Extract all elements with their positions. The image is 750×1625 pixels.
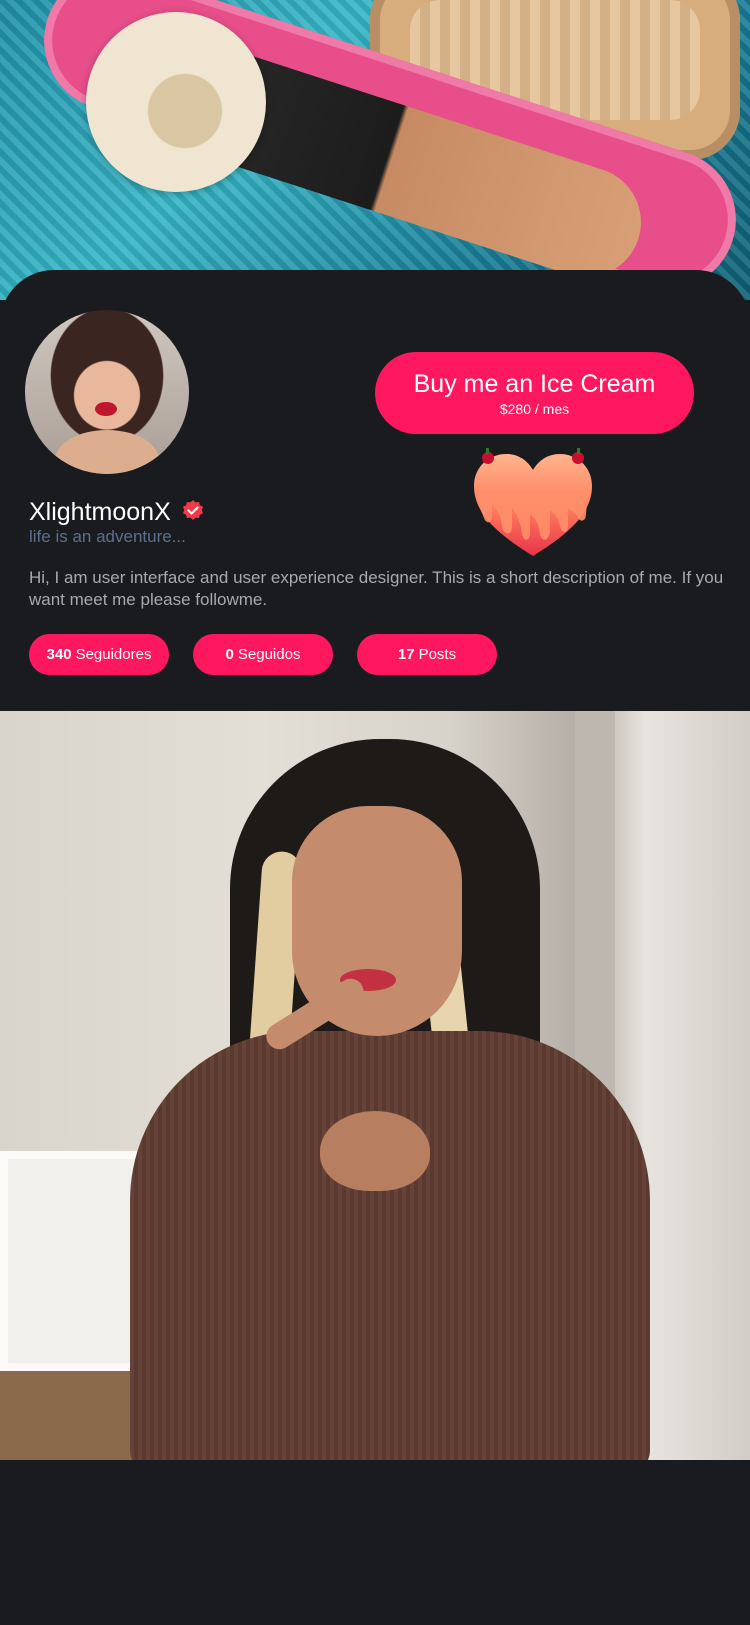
avatar[interactable] [25, 310, 189, 474]
followers-button[interactable]: 340 Seguidores [29, 634, 169, 675]
bottom-spacer [0, 1460, 750, 1625]
followers-label: Seguidores [75, 646, 152, 663]
buy-ice-cream-button[interactable]: Buy me an Ice Cream $280 / mes [375, 352, 694, 434]
cover-hat-shape [86, 12, 266, 192]
followers-count: 340 [46, 646, 72, 663]
posts-count: 17 [397, 646, 415, 663]
dripping-heart-icon [474, 448, 592, 556]
following-button[interactable]: 0 Seguidos [193, 634, 333, 675]
buy-button-price: $280 / mes [499, 401, 570, 417]
posts-label: Posts [418, 646, 457, 663]
buy-button-label: Buy me an Ice Cream [413, 370, 656, 398]
posts-button[interactable]: 17 Posts [357, 634, 497, 675]
verified-check-icon [183, 500, 203, 520]
following-label: Seguidos [237, 646, 301, 663]
username: XlightmoonX [29, 498, 171, 526]
tagline: life is an adventure... [29, 527, 186, 546]
following-count: 0 [225, 646, 234, 663]
cover-photo [0, 0, 750, 300]
bio-text: Hi, I am user interface and user experie… [29, 568, 724, 609]
post-photo[interactable] [0, 711, 750, 1460]
